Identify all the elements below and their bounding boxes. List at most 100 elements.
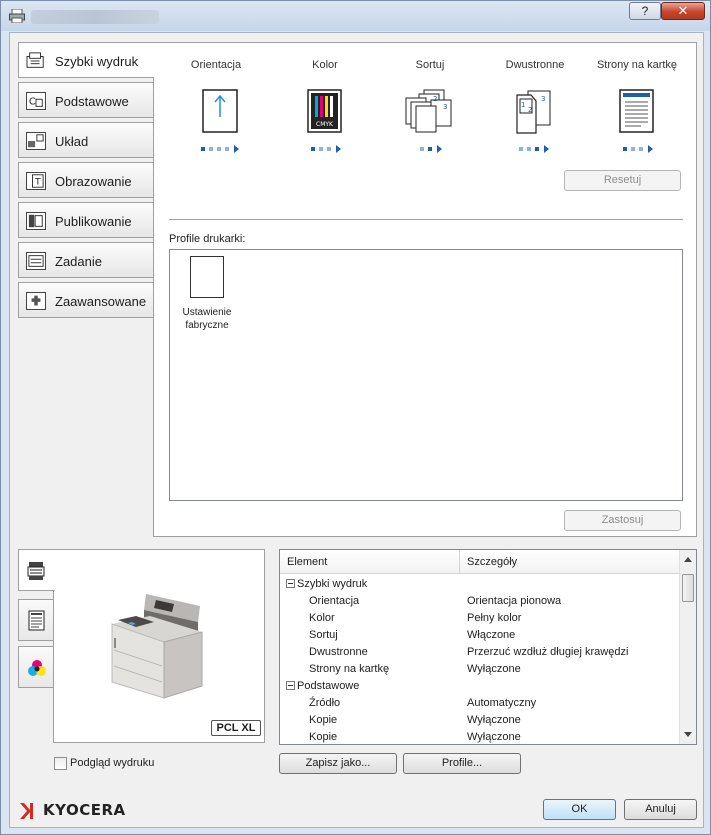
collate-icon[interactable]: 3 2 [405, 89, 453, 135]
row-element-label: Orientacja [309, 595, 360, 607]
feature-label-pages-per-sheet: Strony na kartkę [596, 59, 678, 71]
svg-text:T: T [34, 178, 41, 188]
tab-job[interactable]: Zadanie [18, 242, 153, 278]
basic-icon: C [26, 92, 46, 110]
apply-button[interactable]: Zastosuj [564, 510, 681, 531]
printer-profiles-list[interactable]: Ustawienie fabryczne [169, 249, 683, 501]
row-details-value: Pełny kolor [467, 612, 522, 624]
table-row[interactable]: Sortuj Włączone [280, 627, 680, 644]
profiles-button[interactable]: Profile... [403, 753, 521, 774]
tab-basic[interactable]: C Podstawowe [18, 82, 153, 118]
table-scrollbar[interactable] [679, 550, 696, 744]
printer-icon [9, 9, 25, 23]
tab-quick-print[interactable]: Szybki wydruk [18, 42, 154, 78]
print-preview-label: Podgląd wydruku [70, 757, 155, 769]
row-element-label: Sortuj [309, 629, 338, 641]
printer-image [111, 594, 203, 699]
row-element-label: Szybki wydruk [297, 578, 368, 590]
close-button[interactable]: ✕ [661, 2, 705, 20]
feature-label-collate: Sortuj [415, 59, 445, 71]
tab-layout[interactable]: Układ [18, 122, 153, 158]
profile-item-label: Ustawienie fabryczne [182, 307, 232, 331]
kyocera-logo-mark-icon [20, 803, 33, 819]
help-button[interactable]: ? [629, 2, 661, 20]
profile-item-factory-default[interactable]: Ustawienie fabryczne [174, 256, 240, 332]
tab-label: Podstawowe [55, 94, 129, 109]
advanced-icon [26, 292, 46, 310]
preview-tab-color[interactable] [18, 646, 54, 688]
row-element-label: Kopie [309, 714, 338, 726]
preview-tab-device[interactable] [18, 549, 55, 591]
scrollbar-thumb[interactable] [682, 574, 694, 602]
table-group-row[interactable]: Szybki wydruk [280, 576, 680, 593]
kyocera-logo-text: KYOCERA [43, 801, 126, 819]
preview-tab-page[interactable] [18, 599, 54, 641]
table-row[interactable]: Kopie Wyłączone [280, 712, 680, 729]
tab-imaging[interactable]: T Obrazowanie [18, 162, 153, 198]
orientation-portrait-icon[interactable] [202, 89, 240, 135]
ok-button[interactable]: OK [543, 799, 616, 820]
tab-advanced[interactable]: Zaawansowane [18, 282, 153, 318]
save-as-button[interactable]: Zapisz jako... [279, 753, 397, 774]
scroll-down-arrow-icon[interactable] [684, 732, 692, 737]
row-details-value: Włączone [467, 629, 516, 641]
quick-print-panel: Orientacja Kolor Sortuj Dwustronne Stron… [153, 42, 697, 537]
tab-label: Zadanie [55, 254, 102, 269]
color-circles-icon [28, 660, 46, 676]
row-element-label: Kolor [309, 612, 335, 624]
color-cmyk-icon[interactable]: CMYK [307, 89, 343, 135]
tab-label: Obrazowanie [55, 174, 132, 189]
table-row[interactable]: Dwustronne Przerzuć wzdłuż długiej krawęd… [280, 644, 680, 661]
quick-print-icon [26, 52, 44, 68]
tab-label: Układ [55, 134, 89, 149]
column-header-details[interactable]: Szczegóły [460, 550, 681, 574]
tab-label: Szybki wydruk [55, 54, 139, 69]
pages-per-sheet-options-indicator[interactable] [623, 143, 657, 154]
duplex-icon[interactable]: 3 1 2 [514, 89, 554, 135]
table-row[interactable]: Kopie Wyłączone [280, 729, 680, 744]
page-layout-icon [28, 610, 45, 631]
svg-text:3: 3 [443, 103, 447, 111]
publishing-icon [26, 212, 46, 230]
orientation-options-indicator[interactable] [201, 143, 243, 154]
feature-label-orientation: Orientacja [190, 59, 242, 71]
row-details-value: Orientacja pionowa [467, 595, 562, 607]
row-details-value: Wyłączone [467, 663, 521, 675]
duplex-options-indicator[interactable] [519, 143, 553, 154]
row-details-value: Wyłączone [467, 714, 521, 726]
collapse-icon[interactable] [286, 579, 295, 588]
svg-text:3: 3 [541, 95, 545, 103]
column-header-element[interactable]: Element [280, 550, 460, 574]
color-options-indicator[interactable] [311, 143, 345, 154]
layout-icon [26, 132, 46, 150]
table-row[interactable]: Źródło Automatyczny [280, 695, 680, 712]
profile-page-icon [190, 256, 224, 298]
collate-options-indicator[interactable] [420, 143, 446, 154]
cancel-button[interactable]: Anuluj [624, 799, 697, 820]
row-element-label: Strony na kartkę [309, 663, 390, 675]
title-bar: ? ✕ [1, 1, 710, 31]
print-preferences-window: ? ✕ Szybki wydruk C Podstawowe Układ T O… [0, 0, 711, 835]
printer-profiles-label: Profile drukarki: [169, 233, 246, 245]
table-row[interactable]: Kolor Pełny kolor [280, 610, 680, 627]
row-details-value: Automatyczny [467, 697, 537, 709]
reset-button[interactable]: Resetuj [564, 170, 681, 191]
svg-text:2: 2 [433, 95, 437, 103]
tab-publishing[interactable]: Publikowanie [18, 202, 153, 238]
tab-label: Zaawansowane [55, 294, 147, 309]
scroll-up-arrow-icon[interactable] [684, 557, 692, 562]
row-element-label: Dwustronne [309, 646, 368, 658]
kyocera-logo: KYOCERA [18, 801, 125, 821]
feature-label-duplex: Dwustronne [505, 59, 565, 71]
table-row[interactable]: Orientacja Orientacja pionowa [280, 593, 680, 610]
device-icon [27, 562, 45, 580]
table-row[interactable]: Strony na kartkę Wyłączone [280, 661, 680, 678]
pages-per-sheet-icon[interactable] [619, 89, 655, 135]
pcl-xl-badge: PCL XL [211, 720, 261, 736]
feature-label-color: Kolor [312, 59, 338, 71]
print-preview-checkbox[interactable] [54, 757, 67, 770]
row-details-value: Wyłączone [467, 731, 521, 743]
table-group-row[interactable]: Podstawowe [280, 678, 680, 695]
collapse-icon[interactable] [286, 681, 295, 690]
settings-summary-table[interactable]: Element Szczegóły Szybki wydruk Orientacj… [279, 549, 697, 745]
